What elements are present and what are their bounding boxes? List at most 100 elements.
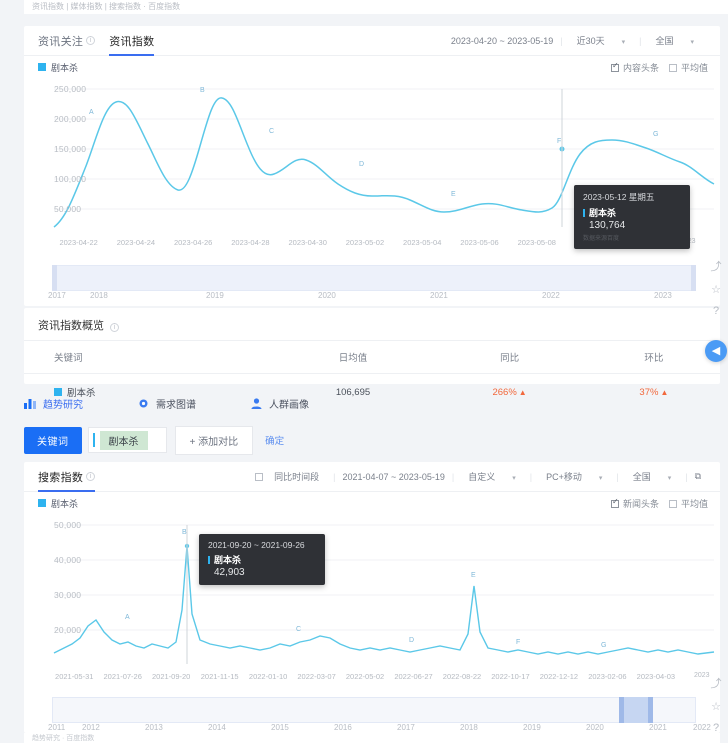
year-tick: 2017 [48,291,66,300]
subnav-item-demand[interactable]: 需求图谱 [137,396,196,411]
year-tick: 2019 [206,291,224,300]
share-icon[interactable]: ⤴ [706,258,726,274]
x-tick-label: 2023-04-22 [50,238,107,247]
x-tick-label: 2022-10-17 [486,672,534,681]
search-date-range: 2021-04-07 ~ 2023-05-19 [336,472,452,482]
y-tick-label: 250,000 [54,84,86,94]
x-tick-label: 2021-07-26 [98,672,146,681]
chevron-down-icon: ▾ [505,475,523,482]
news-period-select[interactable]: 近30天▾ [563,34,640,47]
tooltip-watermark: 数据来源百度 [583,233,681,242]
news-index-chart[interactable]: 250,000 200,000 150,000 100,000 50,000 A… [24,78,720,253]
x-tick-label: 2021-09-20 [147,672,195,681]
search-index-chart[interactable]: 50,000 40,000 30,000 20,000 A B C D E F … [24,514,720,689]
y-tick-label: 200,000 [54,114,86,124]
baidu-index-page: 资讯指数 | 媒体指数 | 搜索指数 · 百度指数 资讯关注 i 资讯指数 20… [0,0,728,743]
year-tick: 2017 [397,723,415,732]
news-overview-card: 资讯指数概览 i 关键词 日均值 同比 环比 剧本杀 106,695 [24,308,720,384]
compare-period-checkbox[interactable]: 同比时间段 [248,470,333,483]
tooltip-date: 2021-09-20 ~ 2021-09-26 [208,540,316,550]
export-icon[interactable]: ⧉ [688,471,708,482]
keyword-color-bar [93,433,95,447]
search-toolbar: 同比时间段 | 2021-04-07 ~ 2023-05-19 | 自定义▾ |… [248,470,720,483]
year-tick: 2018 [460,723,478,732]
point-label-d: D [409,637,414,644]
news-range-slider[interactable] [52,265,696,291]
bar-chart-icon [24,397,37,410]
year-tick: 2013 [145,723,163,732]
news-toolbar: 2023-04-20 ~ 2023-05-19 | 近30天▾ | 全国▾ [444,34,720,47]
search-legend-keyword[interactable]: 剧本杀 [51,497,78,510]
x-tick-label: 2023-05-02 [336,238,393,247]
star-icon[interactable]: ☆ [706,283,726,296]
x-tick-label: 2022-05-02 [341,672,389,681]
x-tick-label: 2022-08-22 [438,672,486,681]
subnav-item-audience[interactable]: 人群画像 [250,396,309,411]
year-tick: 2023 [654,291,672,300]
float-rail-top: ⤴ ☆ ? [706,258,726,326]
add-compare-button[interactable]: + 添加对比 [175,426,254,455]
news-legend-keyword[interactable]: 剧本杀 [51,61,78,74]
x-tick-label: 2023-04-30 [279,238,336,247]
subnav-label-audience: 人群画像 [269,396,309,411]
tab-search-index[interactable]: 搜索指数 i [38,462,95,492]
year-tick: 2014 [208,723,226,732]
range-handle-right[interactable] [691,265,696,291]
subnav-item-trend[interactable]: 趋势研究 [24,396,83,411]
tooltip-value: 130,764 [589,220,681,231]
search-average-checkbox[interactable]: 平均值 [669,497,708,510]
news-legend-row: 剧本杀 内容头条 平均值 [24,56,720,78]
tab-news-attention[interactable]: 资讯关注 i [38,26,95,56]
keyword-box[interactable]: 剧本杀 [88,427,167,453]
x-tick-label: 2023-04-28 [222,238,279,247]
search-range-slider[interactable] [52,697,696,723]
info-icon[interactable]: i [86,472,95,481]
news-year-axis: 2017 2018 2019 2020 2021 2022 2023 [48,291,712,305]
search-headline-checkbox[interactable]: 新闻头条 [611,497,659,510]
subnav-label-demand: 需求图谱 [156,396,196,411]
year-tick: 2019 [523,723,541,732]
x-tick-label: 2022-06-27 [389,672,437,681]
x-tick-label: 2022-12-12 [535,672,583,681]
search-period-select[interactable]: 自定义▾ [454,470,530,483]
tooltip-keyword: 剧本杀 [583,206,681,219]
point-label-f: F [557,138,561,145]
chevron-down-icon: ▾ [661,475,679,482]
point-label-b: B [200,87,205,94]
news-average-checkbox[interactable]: 平均值 [669,61,708,74]
search-region-select[interactable]: 全国▾ [619,470,686,483]
x-tick-label: 2022-01-10 [244,672,292,681]
year-tick: 2021 [430,291,448,300]
help-icon[interactable]: ? [706,305,726,317]
year-tick: 2012 [82,723,100,732]
checkbox-icon [669,64,677,72]
keyword-button[interactable]: 关键词 [24,427,82,454]
range-handle-left[interactable] [52,265,57,291]
checkbox-icon [611,64,619,72]
confirm-button[interactable]: 确定 [265,433,284,447]
news-region-select[interactable]: 全国▾ [641,34,708,47]
star-icon[interactable]: ☆ [706,700,726,713]
range-handle-left[interactable] [619,697,624,723]
year-tick: 2020 [586,723,604,732]
col-keyword: 关键词 [24,341,275,374]
info-icon[interactable]: i [86,36,95,45]
x-tick-label: 2023-04-26 [165,238,222,247]
checkbox-icon [611,500,619,508]
search-chart-svg [24,514,728,679]
feedback-fab[interactable]: ◀ [705,340,727,362]
tab-search-index-label: 搜索指数 [38,469,83,485]
range-selection[interactable] [621,697,651,723]
search-legend-options: 新闻头条 平均值 [611,497,708,510]
chevron-down-icon: ▾ [683,39,701,46]
point-label-a: A [89,109,94,116]
keyword-tag[interactable]: 剧本杀 [100,431,148,450]
range-handle-right[interactable] [648,697,653,723]
tab-news-index[interactable]: 资讯指数 [109,26,154,56]
filter-bar: 关键词 剧本杀 + 添加对比 确定 [24,420,720,460]
year-tick: 2018 [90,291,108,300]
info-icon[interactable]: i [110,323,119,332]
share-icon[interactable]: ⤴ [706,675,726,691]
news-headline-checkbox[interactable]: 内容头条 [611,61,659,74]
search-device-select[interactable]: PC+移动▾ [532,470,616,483]
